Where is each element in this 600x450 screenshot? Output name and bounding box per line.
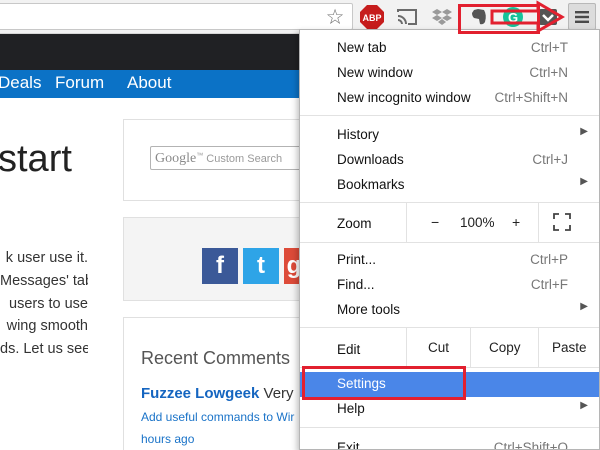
- abp-icon[interactable]: ABP: [359, 4, 385, 30]
- menu-item-label: Downloads: [337, 152, 404, 167]
- menu-item-shortcut: Ctrl+Shift+N: [494, 90, 568, 105]
- zoom-level: 100%: [460, 215, 495, 230]
- menu-item-label: Print...: [337, 252, 377, 267]
- zoom-out-button[interactable]: −: [431, 214, 439, 230]
- star-icon[interactable]: ☆: [323, 5, 347, 29]
- cut-button[interactable]: Cut: [428, 340, 449, 355]
- menu-item-new-incognito-window[interactable]: New incognito window Ctrl+Shift+N: [300, 86, 599, 111]
- menu-separator: [538, 203, 539, 243]
- article-headline: start: [0, 138, 72, 180]
- comment-author-tail: Very: [263, 385, 294, 402]
- submenu-arrow-icon: ▶: [580, 400, 588, 411]
- menu-item-shortcut: Ctrl+F: [530, 277, 568, 292]
- dropbox-icon[interactable]: [430, 5, 454, 29]
- comment-author[interactable]: Fuzzee Lowgeek: [141, 385, 259, 402]
- menu-item-help[interactable]: Help ▶: [300, 397, 599, 422]
- submenu-arrow-icon: ▶: [580, 126, 588, 137]
- search-trademark: ™: [196, 152, 204, 160]
- menu-item-find[interactable]: Find... Ctrl+F: [300, 273, 599, 298]
- cast-icon[interactable]: [395, 5, 419, 29]
- menu-item-label: New window: [337, 65, 413, 80]
- comment-link[interactable]: Add useful commands to Wir: [141, 410, 294, 424]
- search-placeholder: Custom Search: [206, 153, 283, 165]
- menu-item-label: New tab: [337, 40, 387, 55]
- paste-button[interactable]: Paste: [552, 340, 587, 355]
- fullscreen-icon[interactable]: [553, 213, 571, 231]
- menu-separator: [300, 327, 599, 328]
- menu-item-label: Zoom: [337, 216, 372, 231]
- menu-separator: [300, 427, 599, 428]
- submenu-arrow-icon: ▶: [580, 301, 588, 312]
- address-bar[interactable]: [0, 3, 353, 30]
- social-widget: f t g: [123, 217, 304, 301]
- menu-item-label: Find...: [337, 277, 375, 292]
- menu-separator: [300, 202, 599, 203]
- twitter-icon[interactable]: t: [243, 248, 279, 284]
- search-brand: Google: [155, 151, 197, 166]
- nav-link-about[interactable]: About: [127, 73, 171, 93]
- article-text-line: Messages' tab: [0, 273, 88, 289]
- menu-item-label: Help: [337, 401, 365, 416]
- abp-label: ABP: [362, 13, 381, 23]
- annotation-highlight-box: [302, 366, 466, 400]
- menu-separator: [470, 328, 471, 368]
- menu-item-shortcut: Ctrl+Shift+Q: [493, 440, 568, 450]
- facebook-icon[interactable]: f: [202, 248, 238, 284]
- menu-item-shortcut: Ctrl+J: [532, 152, 568, 167]
- menu-item-shortcut: Ctrl+N: [529, 65, 568, 80]
- article-text-line: users to use: [9, 296, 88, 312]
- menu-item-more-tools[interactable]: More tools ▶: [300, 298, 599, 323]
- nav-link-forum[interactable]: Forum: [55, 73, 104, 93]
- menu-item-label: Bookmarks: [337, 177, 405, 192]
- menu-item-label: Exit: [337, 440, 360, 450]
- zoom-in-button[interactable]: +: [512, 214, 520, 230]
- annotation-arrow-icon: [490, 0, 565, 34]
- menu-item-shortcut: Ctrl+P: [530, 252, 568, 267]
- menu-separator: [538, 328, 539, 368]
- menu-separator: [406, 328, 407, 368]
- menu-item-label: New incognito window: [337, 90, 471, 105]
- recent-comments-title: Recent Comments: [141, 348, 291, 368]
- menu-separator: [300, 242, 599, 243]
- copy-button[interactable]: Copy: [489, 340, 521, 355]
- article-text-line: ds. Let us see: [0, 341, 88, 357]
- menu-item-label: Edit: [337, 342, 361, 357]
- menu-item-new-tab[interactable]: New tab Ctrl+T: [300, 36, 599, 61]
- recent-comments-widget: Recent Comments Fuzzee Lowgeek Very Add …: [123, 317, 303, 450]
- menu-item-exit[interactable]: Exit Ctrl+Shift+Q: [300, 436, 599, 450]
- menu-item-label: History: [337, 127, 380, 142]
- search-input[interactable]: Google™ Custom Search: [150, 146, 310, 170]
- article-text-line: wing smooth: [6, 318, 88, 334]
- menu-item-shortcut: Ctrl+T: [530, 40, 568, 55]
- menu-separator: [406, 203, 407, 243]
- menu-separator: [300, 115, 599, 116]
- submenu-arrow-icon: ▶: [580, 176, 588, 187]
- comment-time: hours ago: [141, 432, 195, 446]
- nav-link-deals[interactable]: Deals: [0, 73, 41, 93]
- menu-item-print[interactable]: Print... Ctrl+P: [300, 248, 599, 273]
- menu-icon[interactable]: [568, 3, 596, 30]
- search-widget: Google™ Custom Search: [123, 119, 310, 201]
- menu-item-downloads[interactable]: Downloads Ctrl+J: [300, 148, 599, 173]
- menu-item-new-window[interactable]: New window Ctrl+N: [300, 61, 599, 86]
- menu-item-bookmarks[interactable]: Bookmarks ▶: [300, 173, 599, 198]
- menu-item-history[interactable]: History ▶: [300, 123, 599, 148]
- comment-author-line: Fuzzee Lowgeek Very: [141, 385, 294, 402]
- article-text-line: k user use it.: [5, 250, 88, 266]
- menu-item-label: More tools: [337, 302, 401, 317]
